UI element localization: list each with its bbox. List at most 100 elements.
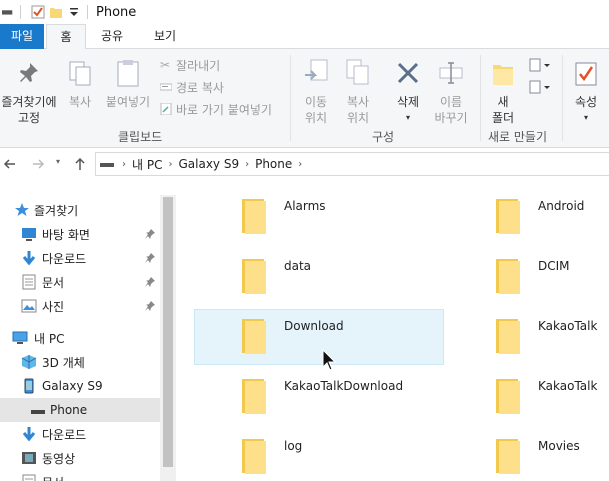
new-folder-button[interactable]: 새 폴더	[486, 55, 520, 125]
folder-tile[interactable]: log	[194, 429, 444, 481]
move-to-button[interactable]: 이동 위치	[296, 55, 336, 125]
pin-to-quick-access-button[interactable]: 즐겨찾기에 고정	[0, 55, 58, 125]
breadcrumb-phone[interactable]: Phone	[255, 157, 292, 171]
delete-dropdown-icon[interactable]: ▾	[388, 111, 428, 125]
move-to-label-line2: 위치	[304, 111, 328, 125]
folder-name: data	[284, 259, 312, 273]
folder-tile[interactable]: DCIM	[448, 249, 609, 305]
paste-button[interactable]: 붙여넣기	[102, 55, 154, 115]
sidebar-item-galaxy-s9[interactable]: Galaxy S9	[0, 374, 160, 398]
scrollbar-thumb[interactable]	[163, 197, 173, 467]
new-folder-label-line2: 폴더	[491, 111, 515, 125]
back-arrow-icon[interactable]	[2, 156, 18, 172]
folder-tile-hovered[interactable]: Download	[194, 309, 444, 365]
properties-button[interactable]: 속성 ▾	[566, 55, 606, 125]
folder-icon	[242, 319, 266, 354]
pin-icon[interactable]	[145, 277, 155, 287]
pin-icon[interactable]	[145, 301, 155, 311]
sidebar-item-videos[interactable]: 동영상	[0, 446, 160, 470]
breadcrumb-chevron-icon[interactable]: ›	[168, 159, 172, 170]
pin-icon[interactable]	[145, 253, 155, 263]
tab-view[interactable]: 보기	[142, 24, 188, 49]
tab-home[interactable]: 홈	[46, 24, 86, 50]
breadcrumb-chevron-icon[interactable]: ›	[122, 159, 126, 170]
document-icon	[22, 274, 36, 290]
folder-icon	[242, 379, 266, 414]
sidebar-item-phone[interactable]: Phone	[0, 398, 160, 422]
up-arrow-icon[interactable]	[72, 156, 88, 172]
drive-icon[interactable]	[2, 5, 14, 19]
sidebar-item-downloads-pc[interactable]: 다운로드	[0, 422, 160, 446]
sidebar-item-label: 바탕 화면	[42, 227, 90, 242]
forward-arrow-icon[interactable]	[30, 156, 46, 172]
easy-access-button[interactable]	[528, 79, 552, 97]
breadcrumb-galaxy-s9[interactable]: Galaxy S9	[178, 157, 239, 171]
window-title: Phone	[96, 4, 137, 20]
navigation-pane: 즐겨찾기 바탕 화면 다운로드 문서 사진 내 PC 3D 개체 Galaxy …	[0, 195, 176, 481]
sidebar-item-label: 사진	[42, 299, 65, 314]
folder-tile[interactable]: Alarms	[194, 189, 444, 245]
group-divider	[290, 55, 291, 141]
rename-button[interactable]: 이름 바꾸기	[430, 55, 472, 125]
new-folder-icon[interactable]	[49, 5, 63, 19]
pin-icon[interactable]	[145, 229, 155, 239]
folder-icon	[496, 259, 520, 294]
paste-shortcut-button[interactable]: 바로 가기 붙여넣기	[160, 101, 272, 117]
star-icon	[15, 203, 29, 216]
folder-icon	[496, 379, 520, 414]
folder-tile[interactable]: Android	[448, 189, 609, 245]
new-group-label: 새로 만들기	[488, 130, 548, 144]
recent-locations-chevron-icon[interactable]: ▾	[56, 157, 60, 166]
folder-name: DCIM	[538, 259, 570, 273]
sidebar-item-this-pc[interactable]: 내 PC	[0, 326, 160, 350]
copy-to-button[interactable]: 복사 위치	[338, 55, 378, 125]
sidebar-item-desktop[interactable]: 바탕 화면	[0, 222, 160, 246]
sidebar-item-pictures[interactable]: 사진	[0, 294, 160, 318]
drive-icon	[31, 410, 45, 414]
sidebar-item-quick-access[interactable]: 즐겨찾기	[0, 198, 160, 222]
cube-3d-icon	[21, 355, 37, 369]
sidebar-item-label: 다운로드	[42, 251, 87, 266]
sidebar-item-documents[interactable]: 문서	[0, 270, 160, 294]
sidebar-item-label: Galaxy S9	[42, 379, 103, 393]
rename-icon	[439, 62, 463, 84]
quick-access-toolbar	[0, 0, 94, 24]
drive-icon	[100, 163, 114, 167]
breadcrumb-chevron-icon[interactable]: ›	[245, 159, 249, 170]
properties-dropdown-icon[interactable]: ▾	[566, 111, 606, 125]
copy-path-button[interactable]: 경로 복사	[160, 79, 224, 95]
folder-tile[interactable]: KakaoTalk	[448, 369, 609, 425]
document-icon	[22, 474, 36, 481]
sidebar-item-documents-pc[interactable]: 문서	[0, 470, 160, 481]
sidebar-item-downloads[interactable]: 다운로드	[0, 246, 160, 270]
folder-tile[interactable]: Movies	[448, 429, 609, 481]
download-arrow-icon	[22, 251, 36, 266]
breadcrumb-chevron-icon[interactable]: ›	[298, 159, 302, 170]
folder-name: log	[284, 439, 303, 453]
new-item-button[interactable]	[528, 57, 552, 75]
folder-tile[interactable]: KakaoTalkDownload	[194, 369, 444, 425]
folder-tile[interactable]: data	[194, 249, 444, 305]
sidebar-item-3d-objects[interactable]: 3D 개체	[0, 350, 160, 374]
address-bar[interactable]: › 내 PC › Galaxy S9 › Phone ›	[95, 152, 609, 176]
move-to-label-line1: 이동	[304, 95, 328, 109]
sidebar-item-label: 문서	[42, 474, 64, 481]
sidebar-item-label: 내 PC	[34, 331, 65, 346]
delete-label: 삭제	[396, 95, 420, 109]
delete-button[interactable]: 삭제 ▾	[388, 55, 428, 125]
copy-to-icon	[346, 59, 369, 85]
sidebar-scrollbar[interactable]	[160, 195, 176, 481]
toolbar-divider	[20, 5, 21, 19]
download-arrow-icon	[22, 427, 36, 442]
cut-button[interactable]: ✂ 잘라내기	[160, 57, 220, 73]
ribbon-tabs: 파일 홈 공유 보기	[0, 24, 609, 50]
tab-share[interactable]: 공유	[92, 24, 132, 49]
customize-dropdown-icon[interactable]	[67, 5, 81, 19]
copy-button[interactable]: 복사	[60, 55, 100, 115]
folder-tile[interactable]: KakaoTalk	[448, 309, 609, 365]
clipboard-group-label: 클립보드	[118, 130, 163, 144]
properties-check-icon	[575, 62, 597, 86]
properties-check-icon[interactable]	[31, 5, 45, 19]
tab-file[interactable]: 파일	[0, 24, 44, 49]
breadcrumb-my-pc[interactable]: 내 PC	[132, 156, 162, 173]
